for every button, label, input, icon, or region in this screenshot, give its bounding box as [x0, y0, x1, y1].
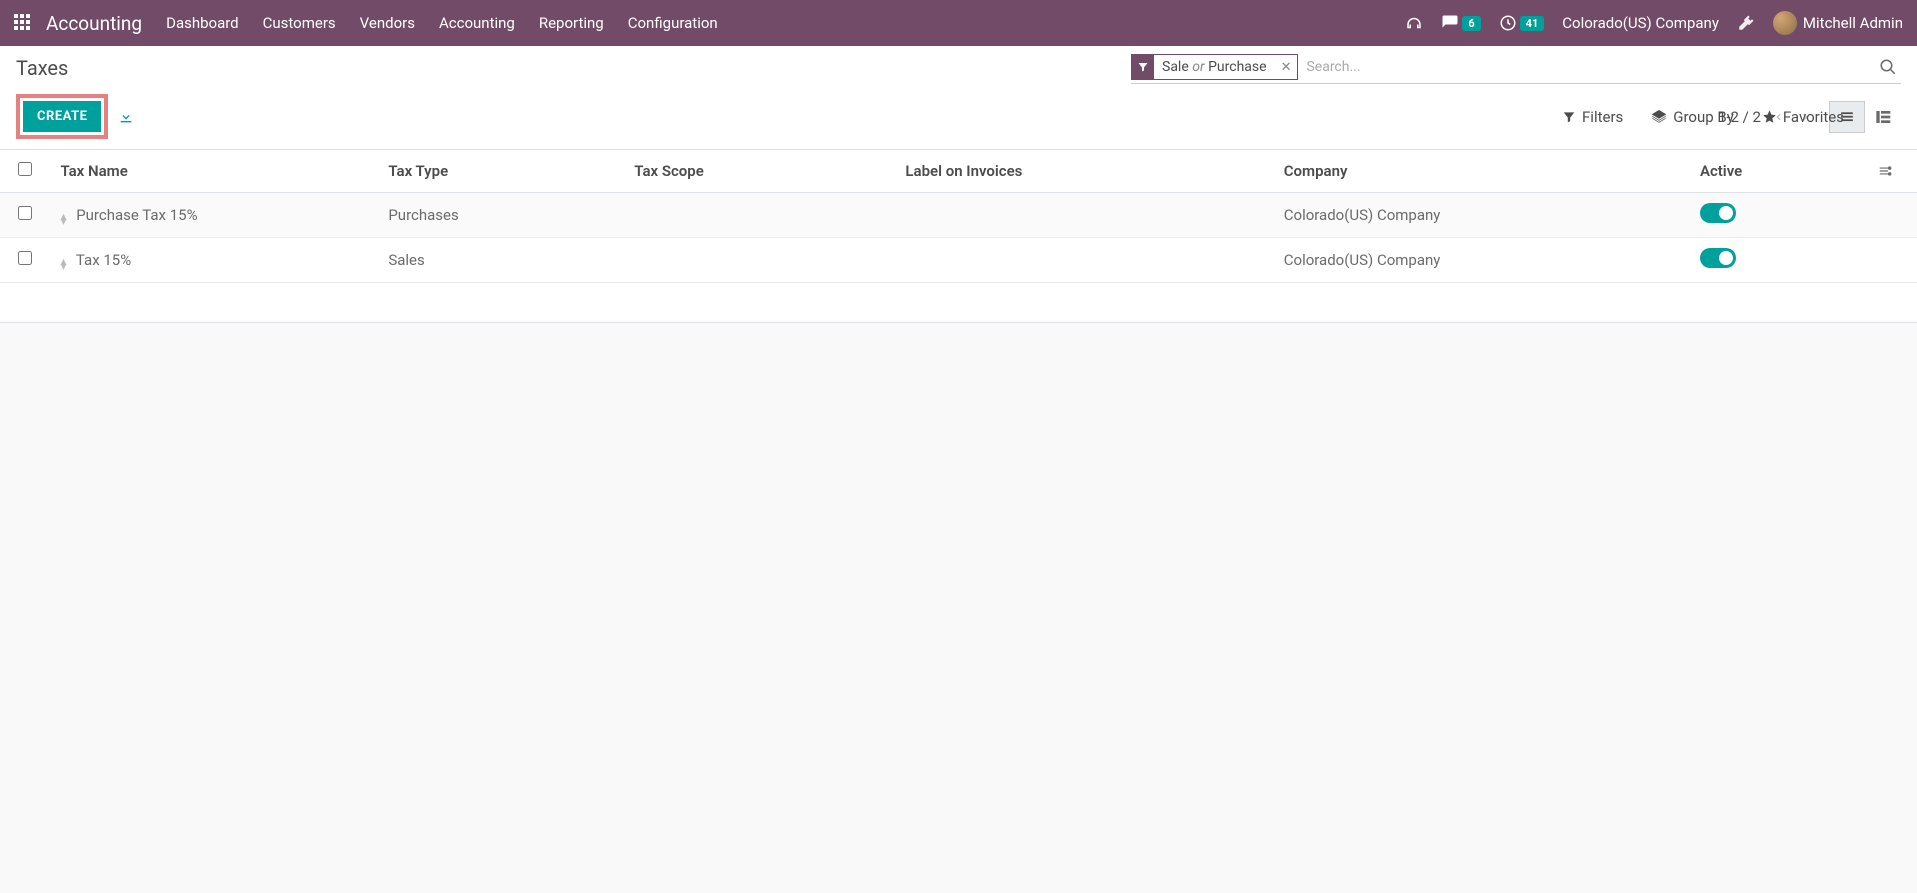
nav-reporting[interactable]: Reporting — [539, 14, 604, 32]
active-toggle[interactable] — [1700, 203, 1736, 223]
support-icon[interactable] — [1405, 14, 1423, 32]
nav-dashboard[interactable]: Dashboard — [166, 14, 239, 32]
col-company[interactable]: Company — [1274, 150, 1690, 193]
nav-accounting[interactable]: Accounting — [439, 14, 515, 32]
nav-links: Dashboard Customers Vendors Accounting R… — [166, 14, 718, 32]
clock-badge: 41 — [1520, 16, 1545, 31]
apps-icon[interactable] — [14, 14, 32, 32]
tools-icon[interactable] — [1737, 14, 1755, 32]
drag-handle-icon[interactable]: ▴▾ — [60, 259, 66, 269]
cell-tax-scope — [624, 193, 895, 238]
cell-tax-name: Purchase Tax 15% — [76, 206, 197, 224]
row-checkbox[interactable] — [18, 206, 32, 220]
search-facet: Sale or Purchase ✕ — [1131, 54, 1298, 80]
chat-icon[interactable]: 6 — [1441, 14, 1480, 32]
company-switcher[interactable]: Colorado(US) Company — [1562, 14, 1719, 32]
avatar — [1773, 11, 1797, 35]
filters-button[interactable]: Filters — [1562, 108, 1623, 126]
cell-label-invoices — [895, 238, 1273, 283]
control-panel: Taxes Sale or Purchase ✕ CREATE — [0, 46, 1917, 150]
app-brand[interactable]: Accounting — [46, 12, 142, 35]
col-tax-scope[interactable]: Tax Scope — [624, 150, 895, 193]
drag-handle-icon[interactable]: ▴▾ — [60, 214, 66, 224]
kanban-view-icon[interactable] — [1865, 101, 1901, 133]
active-toggle[interactable] — [1700, 248, 1736, 268]
col-options-icon[interactable] — [1867, 150, 1917, 193]
row-checkbox[interactable] — [18, 251, 32, 265]
select-all-checkbox[interactable] — [18, 162, 32, 176]
cell-company: Colorado(US) Company — [1274, 193, 1690, 238]
taxes-table: Tax Name Tax Type Tax Scope Label on Inv… — [0, 150, 1917, 283]
user-name: Mitchell Admin — [1803, 14, 1903, 32]
cell-tax-type: Purchases — [378, 193, 624, 238]
search-toolbar: Filters Group By Favorites — [790, 108, 1844, 126]
nav-right: 6 41 Colorado(US) Company Mitchell Admin — [1405, 11, 1903, 35]
table-row[interactable]: ▴▾ Purchase Tax 15% Purchases Colorado(U… — [0, 193, 1917, 238]
cell-label-invoices — [895, 193, 1273, 238]
table-body: ▴▾ Purchase Tax 15% Purchases Colorado(U… — [0, 193, 1917, 283]
nav-vendors[interactable]: Vendors — [360, 14, 415, 32]
clock-icon[interactable]: 41 — [1499, 14, 1545, 32]
cell-company: Colorado(US) Company — [1274, 238, 1690, 283]
user-menu[interactable]: Mitchell Admin — [1773, 11, 1903, 35]
groupby-button[interactable]: Group By — [1651, 108, 1734, 126]
create-button[interactable]: CREATE — [23, 101, 101, 132]
nav-customers[interactable]: Customers — [263, 14, 336, 32]
nav-configuration[interactable]: Configuration — [628, 14, 718, 32]
search-input[interactable] — [1298, 55, 1875, 79]
search-icon[interactable] — [1875, 58, 1901, 76]
col-tax-name[interactable]: Tax Name — [50, 150, 378, 193]
table-row[interactable]: ▴▾ Tax 15% Sales Colorado(US) Company — [0, 238, 1917, 283]
col-label-invoices[interactable]: Label on Invoices — [895, 150, 1273, 193]
chat-badge: 6 — [1462, 16, 1480, 31]
favorites-button[interactable]: Favorites — [1762, 108, 1844, 126]
col-tax-type[interactable]: Tax Type — [378, 150, 624, 193]
cell-tax-scope — [624, 238, 895, 283]
table-footer-gap — [0, 283, 1917, 323]
top-nav: Accounting Dashboard Customers Vendors A… — [0, 0, 1917, 46]
facet-text: Sale or Purchase — [1154, 59, 1275, 75]
col-active[interactable]: Active — [1690, 150, 1867, 193]
search-bar[interactable]: Sale or Purchase ✕ — [1131, 54, 1901, 84]
create-highlight: CREATE — [16, 94, 108, 139]
cell-tax-type: Sales — [378, 238, 624, 283]
facet-close-icon[interactable]: ✕ — [1275, 60, 1298, 75]
download-icon[interactable] — [118, 109, 134, 125]
page-title: Taxes — [16, 54, 1131, 80]
filter-icon — [1132, 55, 1154, 79]
cell-tax-name: Tax 15% — [76, 251, 131, 269]
